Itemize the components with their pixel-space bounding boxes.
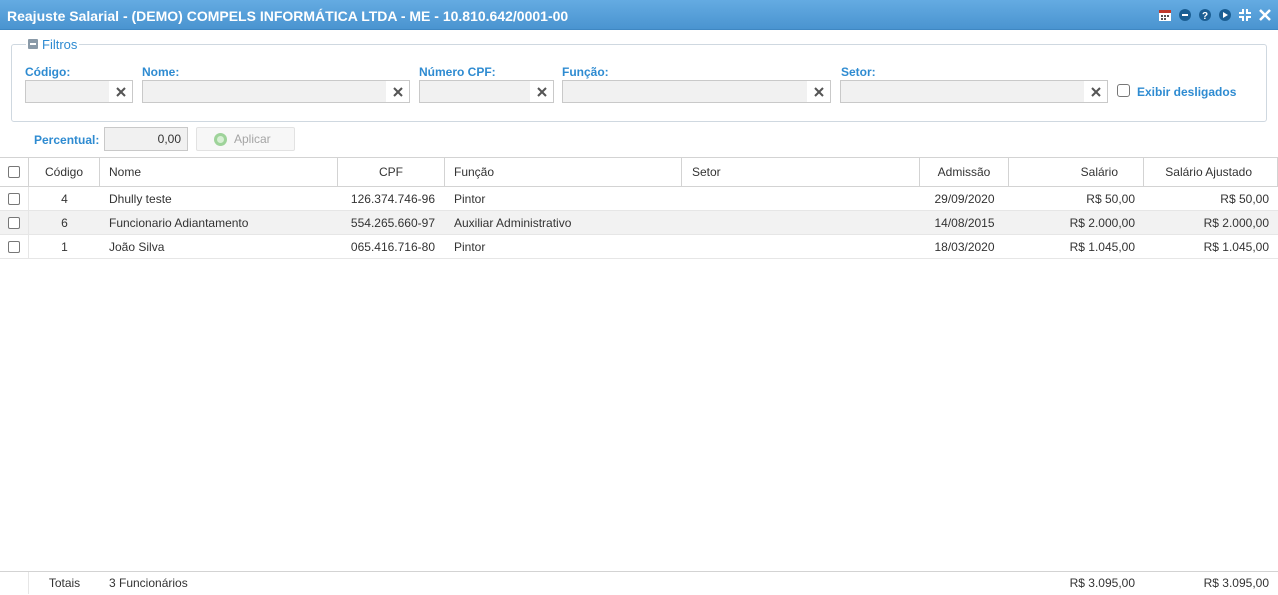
- exibir-desligados-label[interactable]: Exibir desligados: [1137, 85, 1236, 99]
- col-header-nome[interactable]: Nome: [100, 158, 338, 186]
- cell-codigo: 6: [61, 215, 68, 230]
- clear-cpf-button[interactable]: [530, 81, 553, 102]
- select-all-cell: [0, 158, 29, 186]
- funcao-label: Função:: [562, 65, 609, 79]
- collapse-filters-icon[interactable]: [28, 39, 38, 49]
- cell-nome: Funcionario Adiantamento: [109, 215, 249, 230]
- clear-icon: [536, 86, 547, 97]
- clear-icon: [813, 86, 824, 97]
- percentual-label: Percentual:: [34, 133, 100, 147]
- select-all-checkbox[interactable]: [8, 166, 20, 178]
- filters-title: Filtros: [42, 36, 78, 52]
- cell-nome: Dhully teste: [109, 191, 172, 206]
- col-header-salario[interactable]: Salário: [1009, 158, 1144, 186]
- nome-label: Nome:: [142, 65, 180, 79]
- cell-setor: [682, 235, 920, 258]
- totals-salario-ajustado: R$ 3.095,00: [1203, 576, 1269, 590]
- window-controls: ?: [1158, 8, 1272, 22]
- totals-label: Totais: [48, 576, 81, 590]
- totals-row: Totais 3 Funcionários R$ 3.095,00 R$ 3.0…: [0, 571, 1278, 595]
- codigo-input[interactable]: [26, 81, 108, 102]
- nome-field[interactable]: [142, 80, 410, 103]
- cell-salario: R$ 2.000,00: [1069, 215, 1135, 230]
- setor-label: Setor:: [841, 65, 876, 79]
- filters-legend[interactable]: Filtros: [26, 36, 80, 52]
- setor-field[interactable]: [840, 80, 1108, 103]
- window-title: Reajuste Salarial - (DEMO) COMPELS INFOR…: [7, 8, 569, 24]
- clear-icon: [392, 86, 403, 97]
- clear-funcao-button[interactable]: [807, 81, 830, 102]
- setor-input[interactable]: [841, 81, 1083, 102]
- exibir-desligados-checkbox[interactable]: [1117, 84, 1130, 97]
- codigo-field[interactable]: [25, 80, 133, 103]
- cell-salario: R$ 50,00: [1086, 191, 1135, 206]
- aplicar-label: Aplicar: [234, 132, 271, 146]
- row-select-cell: [0, 235, 29, 258]
- totals-salario: R$ 3.095,00: [1069, 576, 1135, 590]
- funcao-input[interactable]: [563, 81, 806, 102]
- table-row[interactable]: 1 João Silva 065.416.716-80 Pintor 18/03…: [0, 235, 1278, 259]
- cell-funcao: Pintor: [454, 239, 486, 254]
- grid-header: Código Nome CPF Função Setor Admissão Sa…: [0, 157, 1278, 187]
- collapse-icon[interactable]: [1238, 8, 1252, 22]
- cell-admissao: 18/03/2020: [934, 239, 995, 254]
- svg-text:?: ?: [1202, 11, 1208, 22]
- cell-funcao: Pintor: [454, 191, 486, 206]
- cell-cpf: 126.374.746-96: [350, 191, 435, 206]
- apply-icon: [214, 132, 227, 146]
- clear-icon: [1090, 86, 1101, 97]
- cell-codigo: 4: [61, 191, 68, 206]
- cell-setor: [682, 211, 920, 234]
- clear-icon: [115, 86, 126, 97]
- minimize-icon[interactable]: [1178, 8, 1192, 22]
- col-header-admissao[interactable]: Admissão: [920, 158, 1009, 186]
- cell-salario-ajustado: R$ 2.000,00: [1203, 215, 1269, 230]
- percentual-input[interactable]: 0,00: [104, 127, 188, 151]
- clear-setor-button[interactable]: [1084, 81, 1107, 102]
- table-row[interactable]: 4 Dhully teste 126.374.746-96 Pintor 29/…: [0, 187, 1278, 211]
- cell-funcao: Auxiliar Administrativo: [454, 215, 572, 230]
- play-icon[interactable]: [1218, 8, 1232, 22]
- funcao-field[interactable]: [562, 80, 831, 103]
- table-row[interactable]: 6 Funcionario Adiantamento 554.265.660-9…: [0, 211, 1278, 235]
- cell-setor: [682, 187, 920, 210]
- cell-codigo: 1: [61, 239, 68, 254]
- cell-cpf: 065.416.716-80: [350, 239, 435, 254]
- cell-salario: R$ 1.045,00: [1069, 239, 1135, 254]
- col-header-codigo[interactable]: Código: [29, 158, 100, 186]
- cell-salario-ajustado: R$ 50,00: [1220, 191, 1269, 206]
- cell-cpf: 554.265.660-97: [350, 215, 435, 230]
- row-select-cell: [0, 211, 29, 234]
- row-checkbox[interactable]: [8, 216, 20, 229]
- aplicar-button[interactable]: Aplicar: [196, 127, 295, 151]
- help-icon[interactable]: ?: [1198, 8, 1212, 22]
- clear-nome-button[interactable]: [386, 81, 409, 102]
- col-header-salario-ajustado[interactable]: Salário Ajustado: [1144, 158, 1278, 186]
- cell-admissao: 29/09/2020: [934, 191, 995, 206]
- col-header-cpf[interactable]: CPF: [338, 158, 445, 186]
- cpf-field[interactable]: [419, 80, 554, 103]
- close-icon[interactable]: [1258, 8, 1272, 22]
- col-header-funcao[interactable]: Função: [445, 158, 682, 186]
- totals-spacer: [0, 572, 29, 594]
- row-select-cell: [0, 187, 29, 210]
- clear-codigo-button[interactable]: [109, 81, 132, 102]
- codigo-label: Código:: [25, 65, 71, 79]
- row-checkbox[interactable]: [8, 192, 20, 205]
- cell-nome: João Silva: [109, 239, 165, 254]
- totals-count: 3 Funcionários: [109, 576, 188, 590]
- row-checkbox[interactable]: [8, 240, 20, 253]
- cpf-input[interactable]: [420, 81, 529, 102]
- cell-admissao: 14/08/2015: [934, 215, 995, 230]
- nome-input[interactable]: [143, 81, 385, 102]
- calendar-icon[interactable]: [1158, 8, 1172, 22]
- title-bar: Reajuste Salarial - (DEMO) COMPELS INFOR…: [0, 0, 1278, 30]
- cpf-label: Número CPF:: [419, 65, 496, 79]
- cell-salario-ajustado: R$ 1.045,00: [1203, 239, 1269, 254]
- col-header-setor[interactable]: Setor: [682, 158, 920, 186]
